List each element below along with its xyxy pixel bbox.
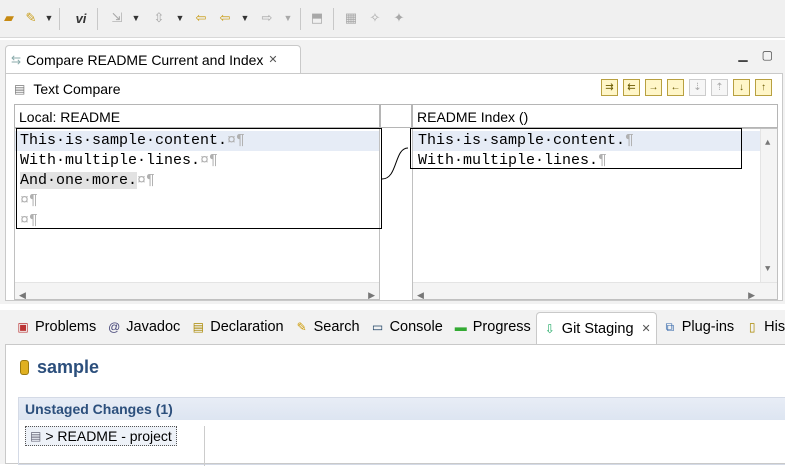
- compare-icon: ⇆: [11, 52, 22, 67]
- left-pane-header: Local: README: [14, 104, 380, 128]
- copy-all-left-icon[interactable]: ⇇: [623, 79, 640, 96]
- diff-connector: [381, 147, 409, 180]
- pin-icon[interactable]: ✎: [22, 9, 40, 27]
- tab-console[interactable]: ▭ Console: [365, 312, 448, 342]
- code-line[interactable]: With·multiple·lines.¤¶: [15, 151, 379, 171]
- copy-current-left-icon[interactable]: ←: [667, 79, 684, 96]
- toolbar-separator: [333, 8, 334, 30]
- grid-icon[interactable]: ▦: [342, 9, 360, 27]
- open-folder-icon[interactable]: ▰: [0, 9, 18, 27]
- diff-icon[interactable]: vi: [72, 9, 90, 27]
- console-icon: ▭: [371, 320, 384, 334]
- previous-icon[interactable]: ⇦: [216, 9, 234, 27]
- code-line[interactable]: ¤¶: [15, 191, 379, 211]
- code-line[interactable]: With·multiple·lines.¶: [413, 151, 777, 171]
- file-icon: ▤: [30, 429, 42, 443]
- list-item-label: > README - project: [45, 428, 172, 444]
- git-staging-view: sample Unstaged Changes (1) ▤ > README -…: [5, 344, 785, 466]
- next-difference-icon[interactable]: ⇣: [689, 79, 706, 96]
- dropdown-arrow-icon[interactable]: ▼: [44, 9, 54, 27]
- document-icon: ▤: [14, 82, 26, 96]
- tab-history[interactable]: ▯Hist: [739, 312, 785, 342]
- toolbar-separator: [97, 8, 98, 30]
- code-line[interactable]: This·is·sample·content.¤¶: [15, 131, 379, 151]
- toolbar-separator: [300, 8, 301, 30]
- right-text-pane[interactable]: This·is·sample·content.¶ With·multiple·l…: [412, 128, 778, 300]
- copy-all-right-icon[interactable]: ⇉: [601, 79, 618, 96]
- compare-editor-area: ⇆ Compare README Current and Index ✕ ▁ ▢…: [0, 40, 785, 304]
- unstaged-changes-header[interactable]: Unstaged Changes (1): [19, 398, 785, 420]
- search-icon: ✎: [296, 320, 307, 334]
- dropdown-arrow-icon[interactable]: ▼: [283, 9, 293, 27]
- unstaged-changes-section: Unstaged Changes (1) ▤ > README - projec…: [18, 397, 785, 466]
- window-controls: ▁ ▢: [738, 48, 773, 62]
- project-name: sample: [37, 357, 100, 377]
- close-icon[interactable]: ✕: [642, 322, 651, 335]
- editor-tab-title: Compare README Current and Index: [26, 51, 264, 68]
- views-area: ▣ Problems @ Javadoc ▤ Declaration ✎ Search …: [0, 310, 785, 466]
- tab-plugins[interactable]: ⧉ Plug-ins: [657, 312, 739, 342]
- next-annotation-icon[interactable]: ⇳: [150, 9, 168, 27]
- right-horizontal-scrollbar[interactable]: ◀ ▶: [413, 282, 777, 299]
- history-icon: ▯: [748, 320, 756, 334]
- right-vertical-scrollbar[interactable]: ▲ ▼: [760, 129, 777, 283]
- main-toolbar: ▰ ✎ ▼ vi ⇲ ▼ ⇳ ▼ ⇦ ⇦ ▼ ⇨ ▼ ⬒ ▦ ✧ ✦: [0, 0, 785, 38]
- tab-problems[interactable]: ▣ Problems: [10, 312, 101, 342]
- tab-javadoc[interactable]: @ Javadoc: [101, 312, 185, 342]
- editor-tab[interactable]: ⇆ Compare README Current and Index ✕: [5, 45, 301, 73]
- copy-current-right-icon[interactable]: →: [645, 79, 662, 96]
- close-icon[interactable]: ✕: [268, 53, 277, 66]
- back-icon[interactable]: ⇦: [192, 9, 210, 27]
- repository-icon: [20, 360, 29, 375]
- code-line[interactable]: And·one·more.: [20, 172, 138, 189]
- center-header: [380, 104, 412, 128]
- compare-body: ▤ Text Compare ⇉ ⇇ → ← ⇣ ⇡ ↓ ↑ Local: RE…: [5, 73, 783, 301]
- dropdown-arrow-icon[interactable]: ▼: [175, 9, 185, 27]
- compare-actions: ⇉ ⇇ → ← ⇣ ⇡ ↓ ↑: [601, 79, 772, 96]
- pin-editor-icon[interactable]: ⬒: [308, 9, 326, 27]
- tab-git-staging[interactable]: ⇩ Git Staging ✕: [535, 312, 657, 344]
- dropdown-arrow-icon[interactable]: ▼: [131, 9, 141, 27]
- git-staging-icon: ⇩: [544, 321, 555, 336]
- next-change-icon[interactable]: ↓: [733, 79, 750, 96]
- right-pane-header: README Index (): [412, 104, 778, 128]
- unstaged-tree: ▤ > README - project: [25, 426, 205, 466]
- dropdown-arrow-icon[interactable]: ▼: [240, 9, 250, 27]
- view-tabs: ▣ Problems @ Javadoc ▤ Declaration ✎ Search …: [0, 310, 785, 344]
- maximize-icon[interactable]: ▢: [762, 48, 773, 62]
- problems-icon: ▣: [17, 320, 29, 334]
- minimize-icon[interactable]: ▁: [738, 48, 747, 62]
- left-horizontal-scrollbar[interactable]: ◀ ▶: [15, 282, 379, 299]
- declaration-icon: ▤: [192, 320, 204, 334]
- progress-icon: ▬: [454, 320, 467, 334]
- toolbar-separator: [59, 8, 60, 30]
- text-compare-title: Text Compare: [33, 81, 121, 97]
- code-line[interactable]: This·is·sample·content.¶: [413, 131, 777, 151]
- code-line[interactable]: ¤¶: [15, 211, 379, 231]
- left-text-pane[interactable]: This·is·sample·content.¤¶ With·multiple·…: [14, 128, 380, 300]
- plugin-icon: ⧉: [665, 319, 675, 334]
- external-tool-icon[interactable]: ⇲: [108, 9, 126, 27]
- list-item[interactable]: ▤ > README - project: [25, 426, 177, 446]
- previous-change-icon[interactable]: ↑: [755, 79, 772, 96]
- wand-icon[interactable]: ✧: [366, 9, 384, 27]
- previous-difference-icon[interactable]: ⇡: [711, 79, 728, 96]
- tab-declaration[interactable]: ▤ Declaration: [185, 312, 288, 342]
- text-compare-header: ▤ Text Compare: [14, 79, 121, 99]
- project-header: sample: [20, 357, 99, 378]
- tab-progress[interactable]: ▬ Progress: [448, 312, 536, 342]
- wand2-icon[interactable]: ✦: [390, 9, 408, 27]
- tab-search[interactable]: ✎ Search: [289, 312, 365, 342]
- forward-icon[interactable]: ⇨: [258, 9, 276, 27]
- javadoc-icon: @: [108, 320, 121, 334]
